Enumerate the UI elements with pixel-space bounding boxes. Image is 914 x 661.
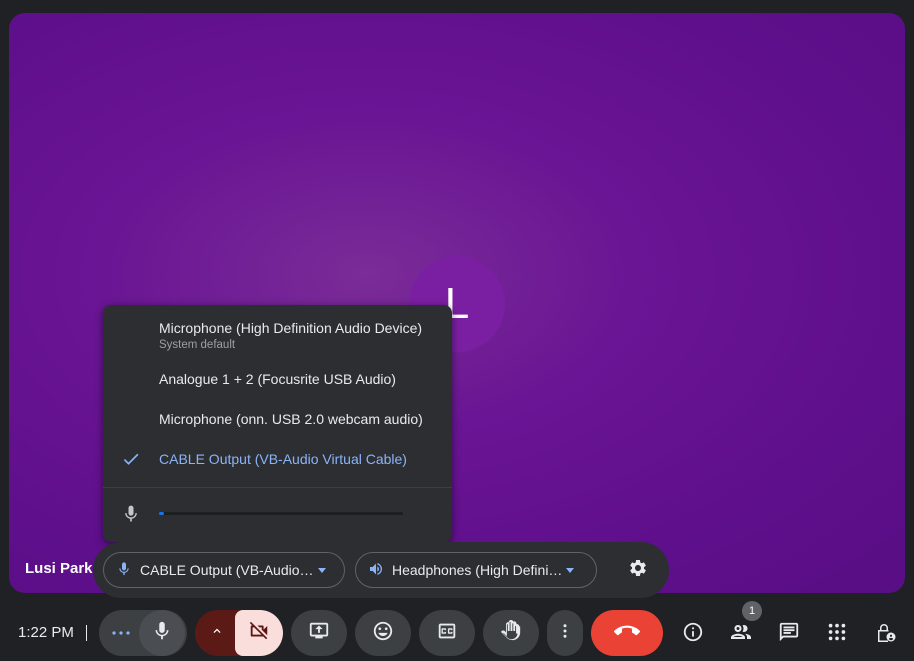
mic-icon — [116, 561, 132, 580]
camera-control — [195, 610, 283, 656]
check-icon — [121, 449, 141, 469]
meeting-time: 1:22 PM — [18, 624, 74, 641]
activities-button[interactable] — [821, 618, 853, 650]
chat-button[interactable] — [773, 618, 805, 650]
gear-icon — [628, 558, 648, 583]
end-call-button[interactable] — [591, 610, 663, 656]
captions-button[interactable] — [419, 610, 475, 656]
raise-hand-icon — [500, 619, 522, 647]
toggle-camera-button[interactable] — [235, 610, 283, 656]
people-count-badge: 1 — [742, 601, 762, 621]
closed-captions-icon — [436, 620, 458, 647]
more-vertical-icon — [556, 622, 574, 645]
present-screen-button[interactable] — [291, 610, 347, 656]
toggle-mic-button[interactable] — [139, 610, 185, 656]
menu-item-webcam-mic[interactable]: Microphone (onn. USB 2.0 webcam audio) — [103, 399, 452, 439]
camera-options-button[interactable] — [195, 610, 239, 656]
menu-item-mic-hd-audio[interactable]: Microphone (High Definition Audio Device… — [103, 311, 452, 359]
mic-icon — [151, 620, 173, 647]
input-level-row — [103, 488, 452, 538]
send-reaction-button[interactable] — [355, 610, 411, 656]
more-horizontal-icon[interactable] — [111, 624, 131, 647]
mic-icon — [121, 504, 141, 529]
raise-hand-button[interactable] — [483, 610, 539, 656]
input-level-meter — [159, 512, 403, 515]
apps-grid-icon — [826, 621, 848, 648]
device-selector-bar: CABLE Output (VB-Audio… Headphones (High… — [93, 542, 669, 598]
microphone-select-label: CABLE Output (VB-Audio… — [140, 562, 314, 578]
input-level-fill — [159, 512, 164, 515]
people-icon — [729, 620, 753, 649]
menu-item-label: Microphone (onn. USB 2.0 webcam audio) — [159, 411, 423, 427]
menu-item-label: CABLE Output (VB-Audio Virtual Cable) — [159, 451, 407, 467]
host-controls-button[interactable] — [869, 618, 901, 650]
divider — [86, 625, 87, 641]
microphone-control — [99, 610, 187, 656]
speaker-select[interactable]: Headphones (High Defini… — [355, 552, 597, 588]
audio-settings-button[interactable] — [624, 556, 652, 584]
people-button[interactable] — [725, 618, 757, 650]
present-screen-icon — [308, 620, 330, 647]
volume-icon — [368, 561, 384, 580]
speaker-select-label: Headphones (High Defini… — [392, 562, 563, 578]
emoji-icon — [372, 620, 394, 647]
chevron-up-icon — [210, 624, 224, 643]
info-icon — [682, 621, 704, 648]
menu-item-label: Analogue 1 + 2 (Focusrite USB Audio) — [159, 371, 396, 387]
microphone-device-menu: Microphone (High Definition Audio Device… — [103, 305, 452, 542]
chat-icon — [778, 621, 800, 648]
more-options-button[interactable] — [547, 610, 583, 656]
host-controls-icon — [873, 620, 897, 649]
microphone-select[interactable]: CABLE Output (VB-Audio… — [103, 552, 345, 588]
chevron-down-icon — [317, 567, 326, 573]
videocam-off-icon — [248, 620, 270, 647]
participant-name: Lusi Park — [25, 560, 93, 577]
meeting-details-button[interactable] — [677, 618, 709, 650]
menu-item-focusrite[interactable]: Analogue 1 + 2 (Focusrite USB Audio) — [103, 359, 452, 399]
chevron-down-icon — [566, 567, 575, 573]
menu-item-label: Microphone (High Definition Audio Device… — [159, 319, 423, 336]
call-end-icon — [614, 618, 640, 649]
menu-item-sublabel: System default — [159, 338, 236, 351]
menu-item-cable-output[interactable]: CABLE Output (VB-Audio Virtual Cable) — [103, 439, 452, 479]
